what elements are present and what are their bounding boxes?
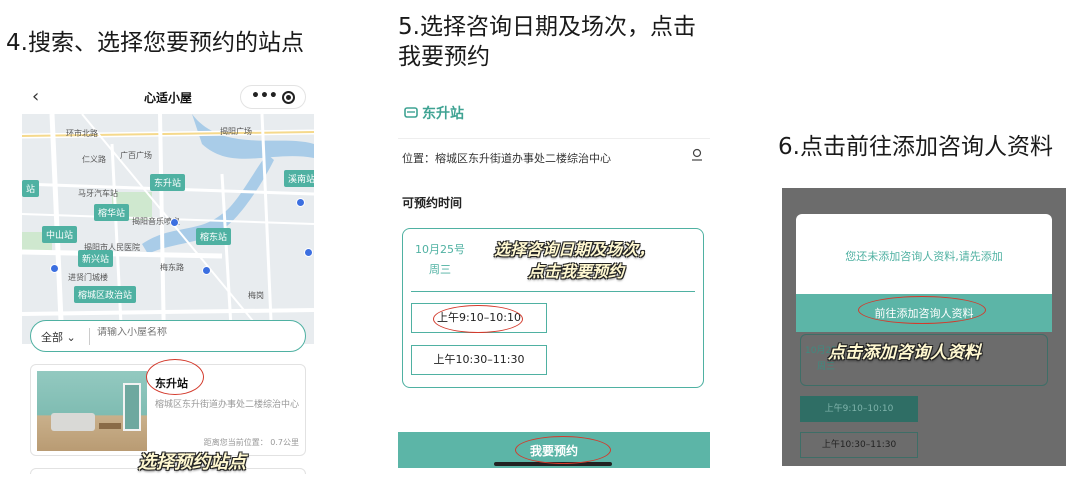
station-search-bar: 全部 ⌄ <box>30 320 306 352</box>
map-label: 揭阳广场 <box>220 127 252 136</box>
filter-dropdown[interactable]: 全部 ⌄ <box>41 329 76 345</box>
time-slot-selected: 上午9:10–10:10 <box>800 396 918 422</box>
station-search-input[interactable] <box>97 327 297 338</box>
station-card-address: 榕城区东升街道办事处二楼综治中心 <box>155 400 300 410</box>
available-time-label: 可预约时间 <box>402 196 463 210</box>
filter-label: 全部 <box>41 331 63 344</box>
map-label: 梅东路 <box>160 263 184 272</box>
map-station-marker[interactable]: 站 <box>22 180 40 197</box>
step5-title-line1: 5.选择咨询日期及场次，点击 <box>398 14 696 40</box>
map-station-marker[interactable]: 新兴站 <box>78 250 114 267</box>
location-pin-icon[interactable] <box>690 148 704 162</box>
caption-select-time-line2: 点击我要预约 <box>528 262 625 281</box>
modal-message: 您还未添加咨询人资料,请先添加 <box>845 250 1003 263</box>
map-label: 仁义路 <box>82 155 106 164</box>
map-label: 广百广场 <box>120 151 152 160</box>
photo-sofa <box>51 413 95 431</box>
station-photo <box>37 371 147 451</box>
map-label: 马牙汽车站 <box>78 189 118 198</box>
map-station-marker[interactable]: 溪南站 <box>284 170 314 187</box>
map-location-dot[interactable] <box>202 266 211 275</box>
weekday-label: 周三 <box>429 263 451 276</box>
step6-title: 6.点击前往添加咨询人资料 <box>778 134 1053 160</box>
map-location-dot[interactable] <box>304 248 313 257</box>
map-location-dot[interactable] <box>170 218 179 227</box>
caption-add-consultant: 点击添加咨询人资料 <box>828 343 981 363</box>
divider <box>398 138 710 139</box>
panel-add-consultant: 您还未添加咨询人资料,请先添加 前往添加咨询人资料 10月25号 周三 上午9:… <box>782 188 1066 466</box>
step4-title: 4.搜索、选择您要预约的站点 <box>6 30 304 56</box>
record-icon[interactable] <box>282 91 295 104</box>
time-slot-button[interactable]: 上午10:30–11:30 <box>411 345 547 375</box>
station-name: 东升站 <box>422 106 464 122</box>
map-station-marker[interactable]: 中山站 <box>42 226 78 243</box>
panel-station-search: ‹ 心适小屋 ••• 环市北路 揭阳广场 广百广场 仁义路 马牙汽车站 揭阳音乐… <box>22 80 314 474</box>
photo-door <box>123 383 141 431</box>
map-station-marker[interactable]: 东升站 <box>150 174 186 191</box>
highlight-circle <box>433 305 523 333</box>
highlight-circle <box>858 296 986 324</box>
map-station-marker[interactable]: 榕华站 <box>94 204 130 221</box>
more-dots-icon[interactable]: ••• <box>251 88 278 104</box>
date-divider <box>411 291 695 292</box>
map-location-dot[interactable] <box>50 264 59 273</box>
map-station-marker[interactable]: 榕东站 <box>196 228 232 245</box>
miniprogram-capsule: ••• <box>240 85 306 109</box>
map-station-marker[interactable]: 榕城区政治站 <box>74 286 137 303</box>
station-card-distance: 距离您当前位置： 0.7公里 <box>203 438 299 447</box>
nav-bar: ‹ 心适小屋 ••• <box>22 80 314 114</box>
search-divider <box>89 328 90 345</box>
map-label: 进贤门城楼 <box>68 273 108 282</box>
chevron-down-icon: ⌄ <box>66 331 76 344</box>
station-map[interactable]: 环市北路 揭阳广场 广百广场 仁义路 马牙汽车站 揭阳音乐喷泉 揭阳市人民医院 … <box>22 114 314 344</box>
house-icon <box>404 107 418 118</box>
highlight-circle <box>146 359 204 395</box>
caption-select-station: 选择预约站点 <box>138 452 246 473</box>
time-slot: 上午10:30–11:30 <box>800 432 918 458</box>
station-address: 位置：榕城区东升街道办事处二楼综治中心 <box>402 152 611 165</box>
step5-title-line2: 我要预约 <box>398 44 490 70</box>
photo-table <box>99 423 121 429</box>
caption-select-time-line1: 选择咨询日期及场次， <box>494 240 655 259</box>
date-label[interactable]: 10月25号 <box>415 241 465 257</box>
map-label: 梅岗 <box>248 291 264 300</box>
highlight-circle <box>515 436 611 464</box>
map-label: 环市北路 <box>66 129 98 138</box>
map-location-dot[interactable] <box>296 198 305 207</box>
